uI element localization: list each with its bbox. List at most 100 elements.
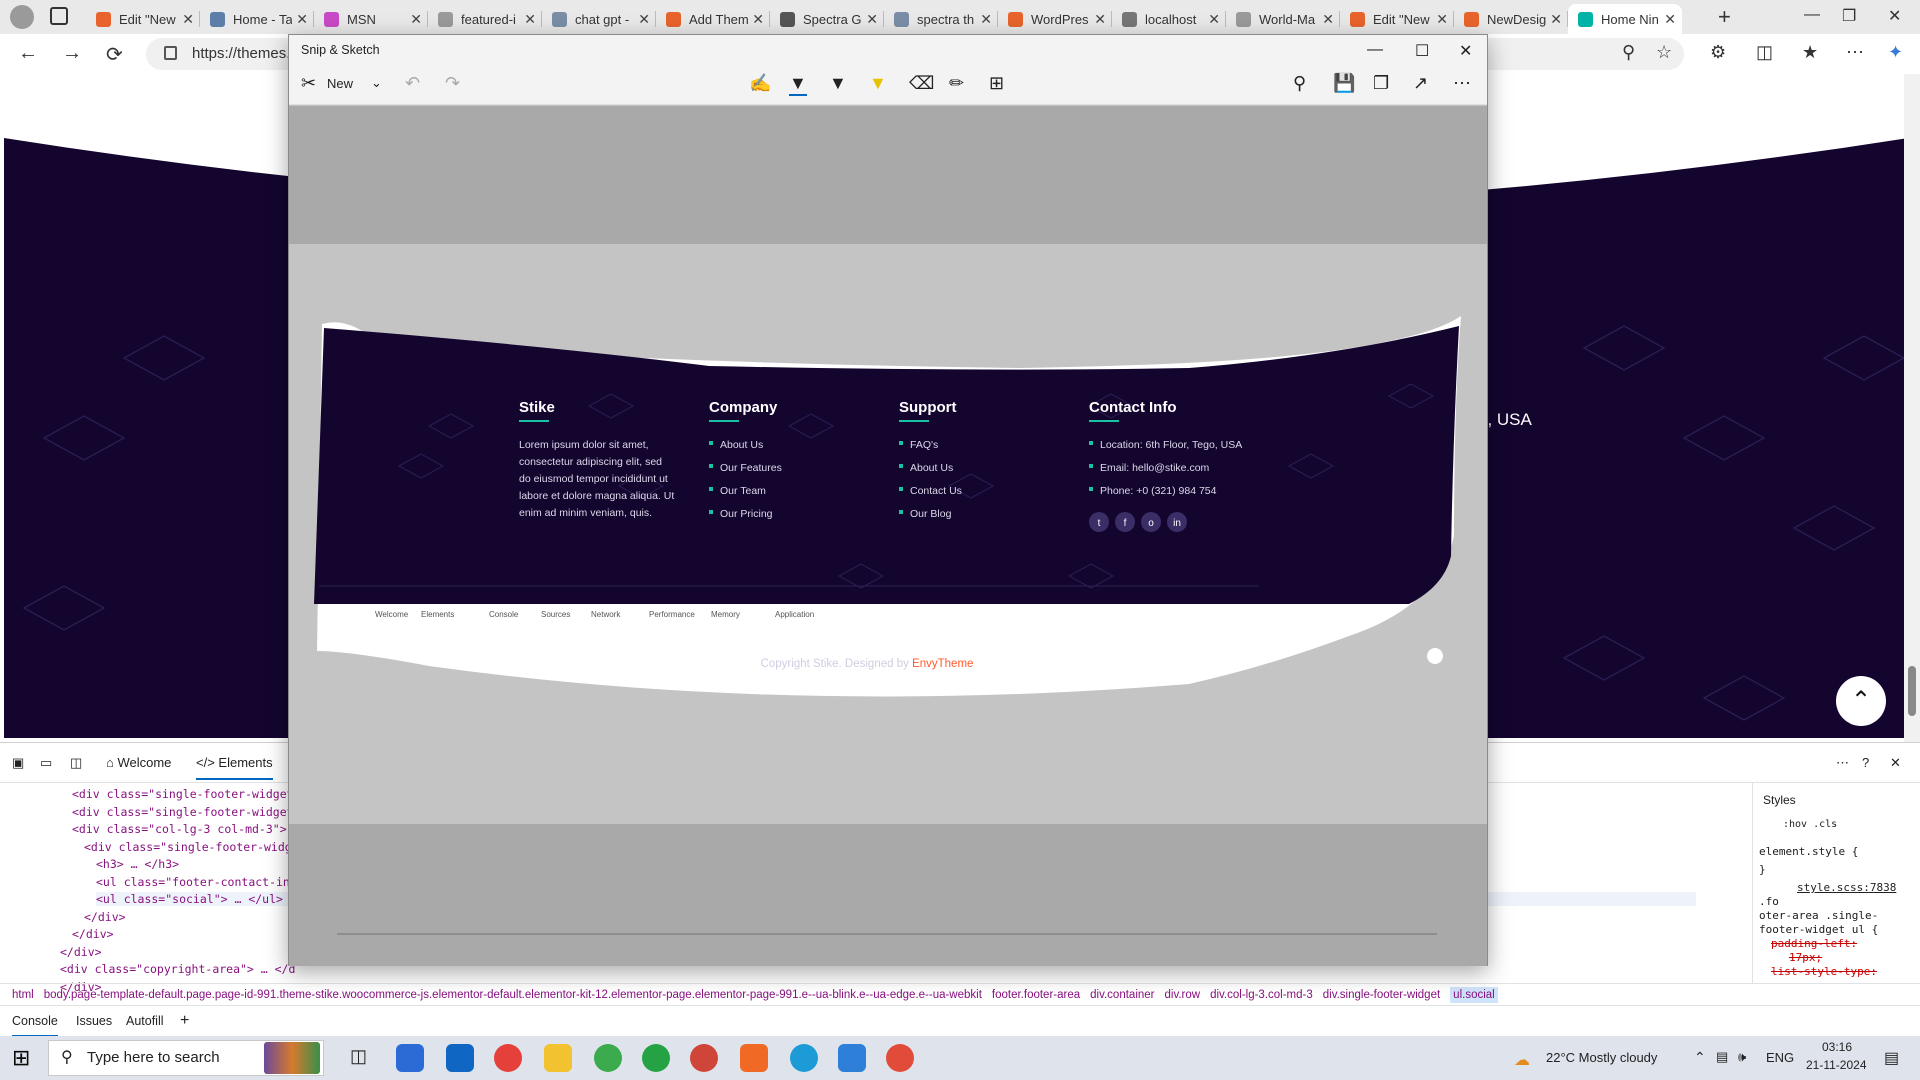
footer-link[interactable]: Contact Us — [910, 485, 962, 497]
page-scrollbar[interactable] — [1904, 74, 1920, 742]
extensions-icon[interactable]: ⚙ — [1710, 42, 1726, 63]
style-prop-padding-value[interactable]: 17px; — [1789, 951, 1822, 964]
footer-link[interactable]: Location: 6th Floor, Tego, USA — [1100, 439, 1242, 451]
share-icon[interactable]: ↗ — [1413, 73, 1428, 94]
snip-maximize-icon[interactable]: ☐ — [1415, 41, 1429, 61]
close-tab-icon[interactable]: ✕ — [1550, 11, 1562, 28]
see-more-icon[interactable]: ⋯ — [1453, 73, 1471, 94]
drawer-tab-issues[interactable]: Issues — [76, 1007, 112, 1035]
zoom-icon[interactable]: ⚲ — [1622, 42, 1635, 63]
chrome-alt-icon[interactable] — [690, 1044, 718, 1072]
inspect-icon[interactable]: ▣ — [12, 755, 24, 771]
scrollbar-thumb[interactable] — [1908, 666, 1916, 716]
notifications-icon[interactable]: ▤ — [1884, 1048, 1899, 1068]
style-prop-list-style[interactable]: list-style-type: — [1771, 965, 1877, 978]
restore-icon[interactable]: ❐ — [1842, 6, 1856, 26]
device-toolbar-icon[interactable]: ▭ — [40, 755, 52, 771]
style-source-link[interactable]: style.scss:7838 — [1797, 881, 1896, 894]
ruler-icon[interactable]: ✏ — [949, 73, 964, 94]
xampp-icon[interactable] — [740, 1044, 768, 1072]
browser-tab[interactable]: Home Nin ✕ — [1568, 4, 1682, 34]
address-bar[interactable]: https://themes. — [146, 38, 300, 70]
more-options-icon[interactable]: ⋯ — [1836, 755, 1849, 771]
footer-link[interactable]: Our Pricing — [720, 508, 773, 520]
breadcrumb-item[interactable]: footer.footer-area — [992, 989, 1080, 1001]
browser-tab[interactable]: chat gpt - ✕ — [542, 4, 656, 34]
browser-tab[interactable]: spectra th ✕ — [884, 4, 998, 34]
breadcrumb-item[interactable]: html — [12, 989, 34, 1001]
clock-date[interactable]: 21-11-2024 — [1806, 1058, 1867, 1072]
eraser-icon[interactable]: ⌫ — [909, 73, 934, 94]
search-highlight-icon[interactable] — [264, 1042, 320, 1074]
footer-link[interactable]: Our Team — [720, 485, 766, 497]
address-bar-end[interactable]: ⚲ ☆ — [1488, 38, 1684, 70]
dom-node[interactable]: <h3> … </h3> — [96, 857, 179, 871]
close-tab-icon[interactable]: ✕ — [866, 11, 878, 28]
breadcrumb-item[interactable]: div.container — [1090, 989, 1154, 1001]
tray-chevron-icon[interactable]: ⌃ — [1694, 1049, 1706, 1066]
browser-tab[interactable]: Edit "New ✕ — [1340, 4, 1454, 34]
new-snip-icon[interactable]: ✂ — [301, 73, 316, 94]
sidebar-icon[interactable]: ◫ — [70, 755, 82, 771]
close-tab-icon[interactable]: ✕ — [1094, 11, 1106, 28]
outlook-icon[interactable] — [446, 1044, 474, 1072]
weather-icon[interactable]: ☁ — [1514, 1050, 1530, 1070]
breadcrumb-item[interactable]: body.page-template-default.page.page-id-… — [44, 989, 982, 1001]
minimize-icon[interactable]: — — [1804, 6, 1820, 24]
copy-icon[interactable]: ❐ — [1373, 73, 1389, 94]
help-icon[interactable]: ? — [1862, 755, 1869, 770]
footer-link[interactable]: FAQ's — [910, 439, 938, 451]
browser-tab[interactable]: NewDesig ✕ — [1454, 4, 1568, 34]
dom-node[interactable]: <div class="single-footer-widget — [72, 787, 294, 801]
dom-node[interactable]: <div class="col-lg-3 col-md-3"> — [72, 822, 287, 836]
style-prop-padding[interactable]: padding-left: — [1771, 937, 1857, 950]
copyright-brand-link[interactable]: EnvyTheme — [912, 658, 973, 670]
browser-tab[interactable]: MSN ✕ — [314, 4, 428, 34]
breadcrumb-item[interactable]: div.col-lg-3.col-md-3 — [1210, 989, 1313, 1001]
whatsapp-icon[interactable] — [642, 1044, 670, 1072]
undo-icon[interactable]: ↶ — [405, 73, 420, 94]
styles-title[interactable]: Styles — [1763, 793, 1796, 807]
browser-tab[interactable]: Spectra G ✕ — [770, 4, 884, 34]
redo-icon[interactable]: ↷ — [445, 73, 460, 94]
footer-link[interactable]: Our Blog — [910, 508, 952, 520]
close-tab-icon[interactable]: ✕ — [1322, 11, 1334, 28]
close-tab-icon[interactable]: ✕ — [638, 11, 650, 28]
favorites-icon[interactable]: ★ — [1802, 42, 1818, 63]
breadcrumb-item[interactable]: div.row — [1165, 989, 1201, 1001]
close-devtools-icon[interactable]: ✕ — [1890, 755, 1901, 771]
footer-link[interactable]: About Us — [720, 439, 763, 451]
split-screen-icon[interactable]: ◫ — [1756, 42, 1773, 63]
close-tab-icon[interactable]: ✕ — [182, 11, 194, 28]
close-tab-icon[interactable]: ✕ — [1664, 11, 1676, 28]
dom-node[interactable]: </div> — [60, 945, 102, 959]
dom-node[interactable]: <div class="single-footer-widget — [72, 805, 294, 819]
file-explorer-icon[interactable] — [544, 1044, 572, 1072]
footer-link[interactable]: About Us — [910, 462, 953, 474]
tab-actions-icon[interactable] — [50, 7, 68, 25]
browser-tab[interactable]: WordPres ✕ — [998, 4, 1112, 34]
snip-sketch-icon[interactable] — [886, 1044, 914, 1072]
close-tab-icon[interactable]: ✕ — [752, 11, 764, 28]
zoom-icon[interactable]: ⚲ — [1293, 73, 1306, 94]
browser-tab[interactable]: World-Ma ✕ — [1226, 4, 1340, 34]
browser-tab[interactable]: Home - Ta ✕ — [200, 4, 314, 34]
back-icon[interactable]: ← — [18, 42, 38, 65]
breadcrumb-item[interactable]: ul.social — [1450, 987, 1498, 1003]
styles-filter[interactable]: :hov .cls — [1783, 819, 1837, 830]
weather-text[interactable]: 22°C Mostly cloudy — [1546, 1050, 1657, 1065]
close-window-icon[interactable]: ✕ — [1888, 6, 1901, 26]
back-to-top-button[interactable]: ⌃ — [1836, 676, 1886, 726]
star-icon[interactable]: ☆ — [1656, 42, 1672, 63]
ballpoint-pen-icon[interactable]: ▼ — [789, 73, 807, 96]
dom-node[interactable]: </div> — [84, 910, 126, 924]
dom-node[interactable]: <div class="copyright-area"> … </d — [60, 962, 295, 976]
browser-tab[interactable]: Edit "New ✕ — [86, 4, 200, 34]
drawer-tab-console[interactable]: Console — [12, 1007, 58, 1037]
refresh-icon[interactable]: ⟳ — [106, 42, 123, 67]
footer-link[interactable]: Phone: +0 (321) 984 754 — [1100, 485, 1217, 497]
photos-icon[interactable] — [838, 1044, 866, 1072]
volume-icon[interactable]: 🕪 — [1738, 1049, 1746, 1065]
forward-icon[interactable]: → — [62, 42, 82, 65]
more-icon[interactable]: ⋯ — [1846, 42, 1864, 63]
